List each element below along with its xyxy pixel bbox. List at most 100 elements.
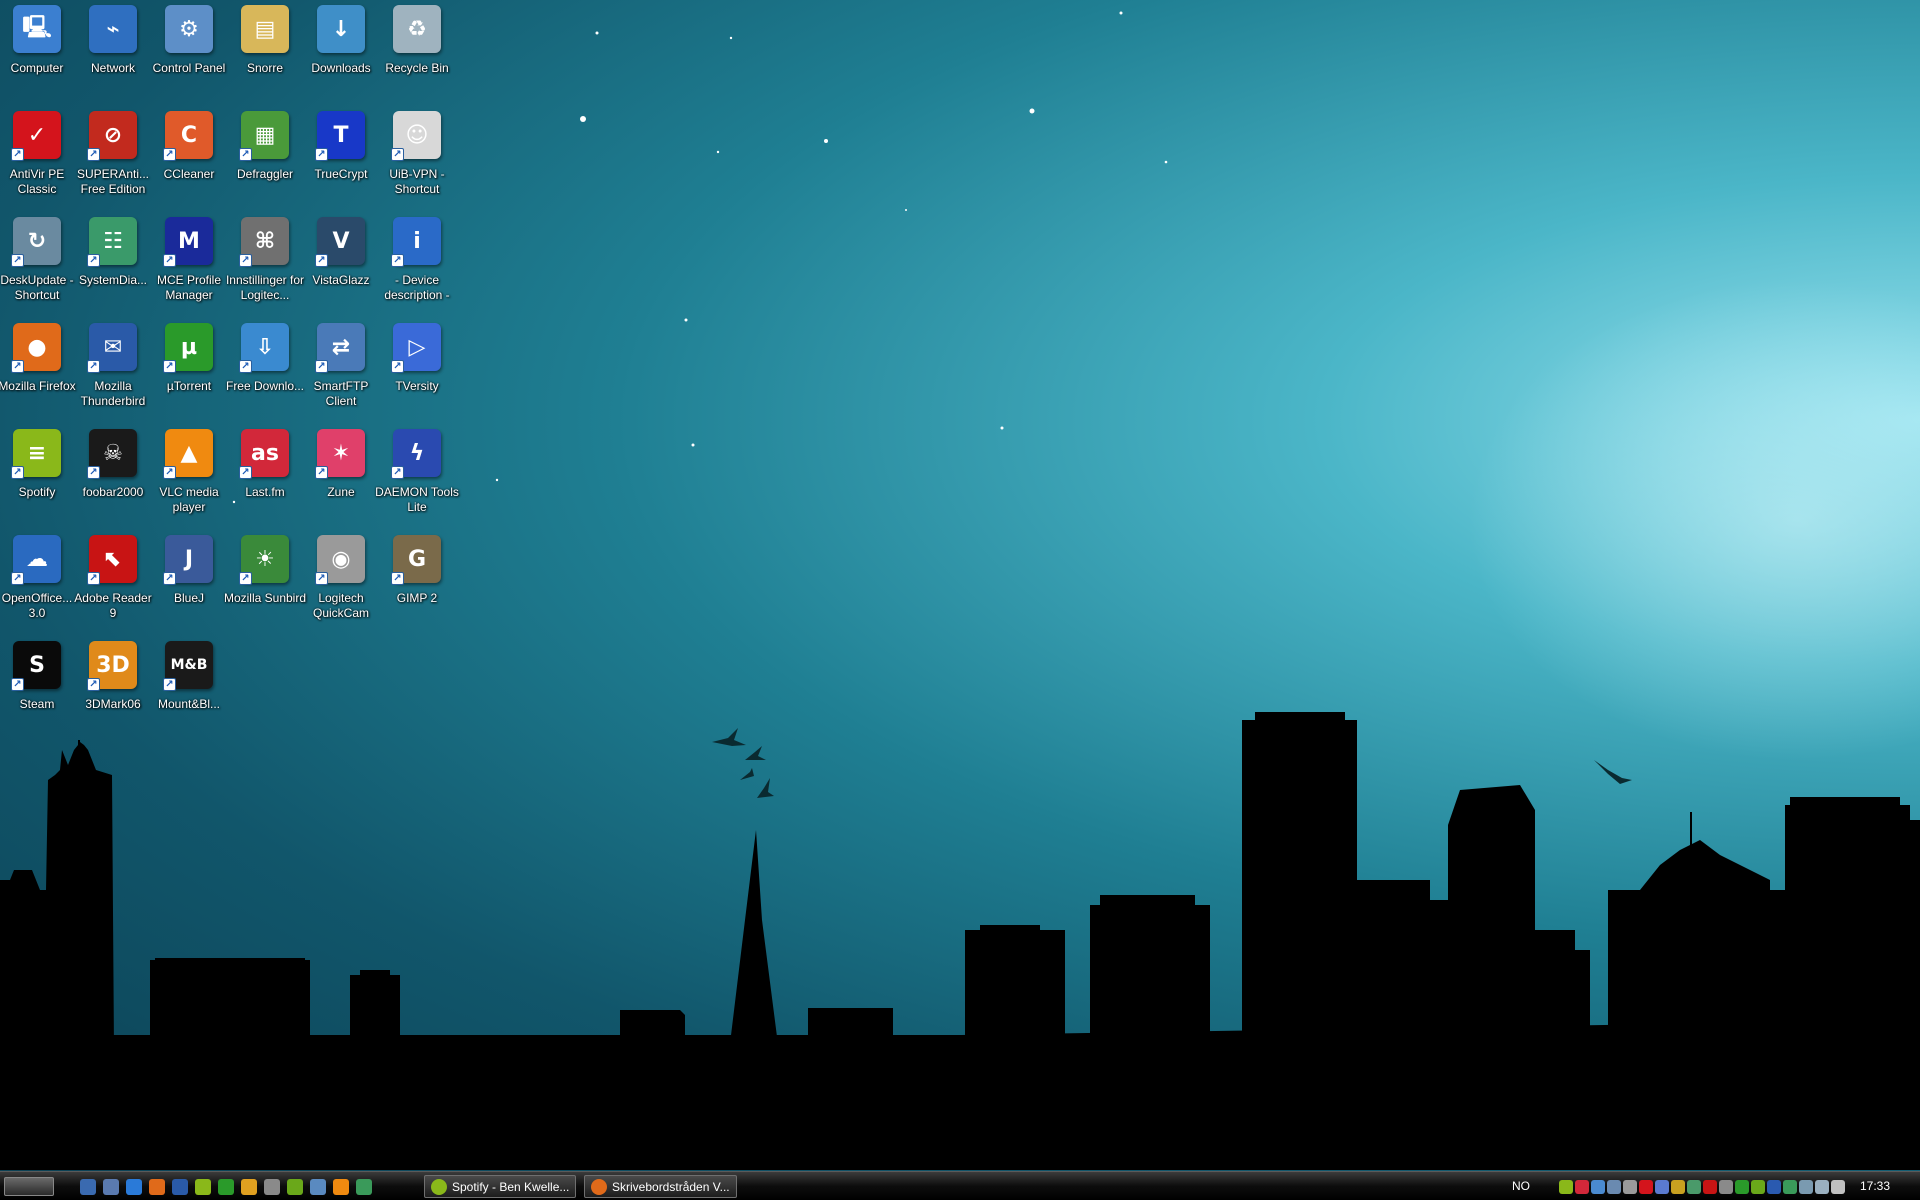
- firefox-icon[interactable]: [149, 1179, 165, 1195]
- daemon-tray-icon[interactable]: [1655, 1180, 1669, 1194]
- desktop-icon[interactable]: ☠ ↗ foobar2000: [75, 426, 151, 526]
- shield-tray-icon[interactable]: [1671, 1180, 1685, 1194]
- desktop-icon[interactable]: as ↗ Last.fm: [227, 426, 303, 526]
- desktop-icon-label: Recycle Bin: [385, 61, 449, 75]
- disk-tray-icon[interactable]: [1623, 1180, 1637, 1194]
- desktop-icon[interactable]: ⇩ ↗ Free Downlo...: [226, 320, 304, 420]
- spotify-tray-icon[interactable]: [1751, 1180, 1765, 1194]
- lastfm-tray-icon[interactable]: [1575, 1180, 1589, 1194]
- thunderbird-icon[interactable]: [172, 1179, 188, 1195]
- desktop-icon[interactable]: ⇄ ↗ SmartFTP Client: [303, 320, 379, 420]
- spotify-tray-icon[interactable]: [1559, 1180, 1573, 1194]
- desktop-icon[interactable]: ☷ ↗ SystemDia...: [75, 214, 151, 314]
- desktop-icon[interactable]: ⬉ ↗ Adobe Reader 9: [74, 532, 152, 632]
- show-desktop-icon[interactable]: [80, 1179, 96, 1195]
- network-tray-icon[interactable]: [1607, 1180, 1621, 1194]
- desktop-icon[interactable]: ↻ ↗ DeskUpdate - Shortcut: [0, 214, 75, 314]
- language-indicator[interactable]: NO: [1512, 1179, 1530, 1193]
- desktop-icon-label: µTorrent: [166, 379, 212, 393]
- desktop-icon[interactable]: ☺ ↗ UiB-VPN - Shortcut: [379, 108, 455, 208]
- desktop-icon[interactable]: ⌘ ↗ Innstillinger for Logitec...: [226, 214, 304, 314]
- desktop-icon[interactable]: ☀ ↗ Mozilla Sunbird: [224, 532, 306, 632]
- spotify-icon[interactable]: [195, 1179, 211, 1195]
- 3dmark06-icon: 3D ↗: [87, 641, 137, 691]
- desktop-icon[interactable]: ≡ ↗ Spotify: [0, 426, 75, 526]
- mount-and-blade-icon: M&B ↗: [163, 641, 213, 691]
- hardware-tray-icon[interactable]: [1687, 1180, 1701, 1194]
- desktop-icon[interactable]: J ↗ BlueJ: [151, 532, 227, 632]
- adobe-tray-icon[interactable]: [1703, 1180, 1717, 1194]
- desktop-icon[interactable]: ♻ Recycle Bin: [379, 2, 455, 102]
- clock[interactable]: 17:33: [1860, 1179, 1890, 1193]
- safely-remove-tray-icon[interactable]: [1799, 1180, 1813, 1194]
- desktop-icon[interactable]: ▦ ↗ Defraggler: [227, 108, 303, 208]
- shortcut-arrow-icon: ↗: [163, 678, 176, 691]
- desktop-icon[interactable]: S ↗ Steam: [0, 638, 75, 738]
- desktop-icon-label: TVersity: [395, 379, 439, 393]
- taskbar-window-spotify[interactable]: Spotify - Ben Kwelle...: [424, 1175, 576, 1198]
- desktop-icon[interactable]: G ↗ GIMP 2: [379, 532, 455, 632]
- desktop-icon-label: Free Downlo...: [225, 379, 305, 393]
- desktop-icon[interactable]: 3D ↗ 3DMark06: [75, 638, 151, 738]
- desktop-icon-label: foobar2000: [82, 485, 144, 499]
- internet-explorer-icon[interactable]: [126, 1179, 142, 1195]
- foobar2000-icon: ☠ ↗: [87, 429, 137, 479]
- desktop-icon[interactable]: µ ↗ µTorrent: [151, 320, 227, 420]
- shortcut-arrow-icon: ↗: [87, 148, 100, 161]
- network-status-tray-icon[interactable]: [1815, 1180, 1829, 1194]
- shortcut-arrow-icon: ↗: [11, 466, 24, 479]
- steam-icon: S ↗: [11, 641, 61, 691]
- shortcut-arrow-icon: ↗: [87, 572, 100, 585]
- desktop-icon[interactable]: ▷ ↗ TVersity: [379, 320, 455, 420]
- desktop-icon[interactable]: ◉ ↗ Logitech QuickCam: [303, 532, 379, 632]
- download-tray-icon[interactable]: [1783, 1180, 1797, 1194]
- shortcut-arrow-icon: ↗: [315, 466, 328, 479]
- shortcut-arrow-icon: ↗: [315, 360, 328, 373]
- desktop-icon[interactable]: ✶ ↗ Zune: [303, 426, 379, 526]
- desktop-icon[interactable]: ⚙ Control Panel: [151, 2, 227, 102]
- smartftp-icon[interactable]: [356, 1179, 372, 1195]
- network-icon[interactable]: [310, 1179, 326, 1195]
- desktop-icon[interactable]: ↓ Downloads: [303, 2, 379, 102]
- vlc-icon[interactable]: [333, 1179, 349, 1195]
- quickcam-icon: ◉ ↗: [315, 535, 365, 585]
- desktop-icon[interactable]: ⊘ ↗ SUPERAnti... Free Edition: [75, 108, 151, 208]
- foobar2000-icon[interactable]: [264, 1179, 280, 1195]
- utorrent-icon: µ ↗: [163, 323, 213, 373]
- media-player-icon[interactable]: [241, 1179, 257, 1195]
- desktop-icon[interactable]: T ↗ TrueCrypt: [303, 108, 379, 208]
- desktop-icon-label: Mozilla Firefox: [0, 379, 76, 393]
- taskbar-window-firefox[interactable]: Skrivebordstråden V...: [584, 1175, 737, 1198]
- display-tray-icon[interactable]: [1767, 1180, 1781, 1194]
- spotify-icon: ≡ ↗: [11, 429, 61, 479]
- monitor-tray-icon[interactable]: [1719, 1180, 1733, 1194]
- desktop-icon[interactable]: M&B ↗ Mount&Bl...: [151, 638, 227, 738]
- messenger-tray-icon[interactable]: [1591, 1180, 1605, 1194]
- desktop-icon[interactable]: i ↗ - Device description -: [379, 214, 455, 314]
- desktop-icon[interactable]: ✉ ↗ Mozilla Thunderbird: [75, 320, 151, 420]
- desktop-icon[interactable]: ▲ ↗ VLC media player: [151, 426, 227, 526]
- desktop-icon[interactable]: 🖳 Computer: [0, 2, 75, 102]
- desktop-icon[interactable]: ⌁ Network: [75, 2, 151, 102]
- desktop-icon[interactable]: ☁ ↗ OpenOffice... 3.0: [0, 532, 75, 632]
- volume-tray-icon[interactable]: [1831, 1180, 1845, 1194]
- shortcut-arrow-icon: ↗: [239, 466, 252, 479]
- antivir-tray-icon[interactable]: [1639, 1180, 1653, 1194]
- desktop-icon[interactable]: ϟ ↗ DAEMON Tools Lite: [375, 426, 459, 526]
- desktop-icon-grid: 🖳 Computer ⌁ Network ⚙ Control Panel ▤ Snorre ↓ D…: [0, 0, 460, 720]
- desktop-icon-label: MCE Profile Manager: [156, 273, 221, 302]
- desktop-icon[interactable]: ● ↗ Mozilla Firefox: [0, 320, 76, 420]
- desktop-icon[interactable]: M ↗ MCE Profile Manager: [151, 214, 227, 314]
- desktop-icon[interactable]: ▤ Snorre: [227, 2, 303, 102]
- utorrent-icon[interactable]: [218, 1179, 234, 1195]
- start-button[interactable]: [4, 1177, 54, 1196]
- desktop-icon-label: Computer: [10, 61, 64, 75]
- desktop-icon[interactable]: C ↗ CCleaner: [151, 108, 227, 208]
- desktop-icon[interactable]: ✓ ↗ AntiVir PE Classic: [0, 108, 75, 208]
- desktop-icon[interactable]: V ↗ VistaGlazz: [303, 214, 379, 314]
- switch-windows-icon[interactable]: [103, 1179, 119, 1195]
- shortcut-arrow-icon: ↗: [391, 148, 404, 161]
- shortcut-arrow-icon: ↗: [87, 466, 100, 479]
- utorrent-tray-icon[interactable]: [1735, 1180, 1749, 1194]
- spotify-icon[interactable]: [287, 1179, 303, 1195]
